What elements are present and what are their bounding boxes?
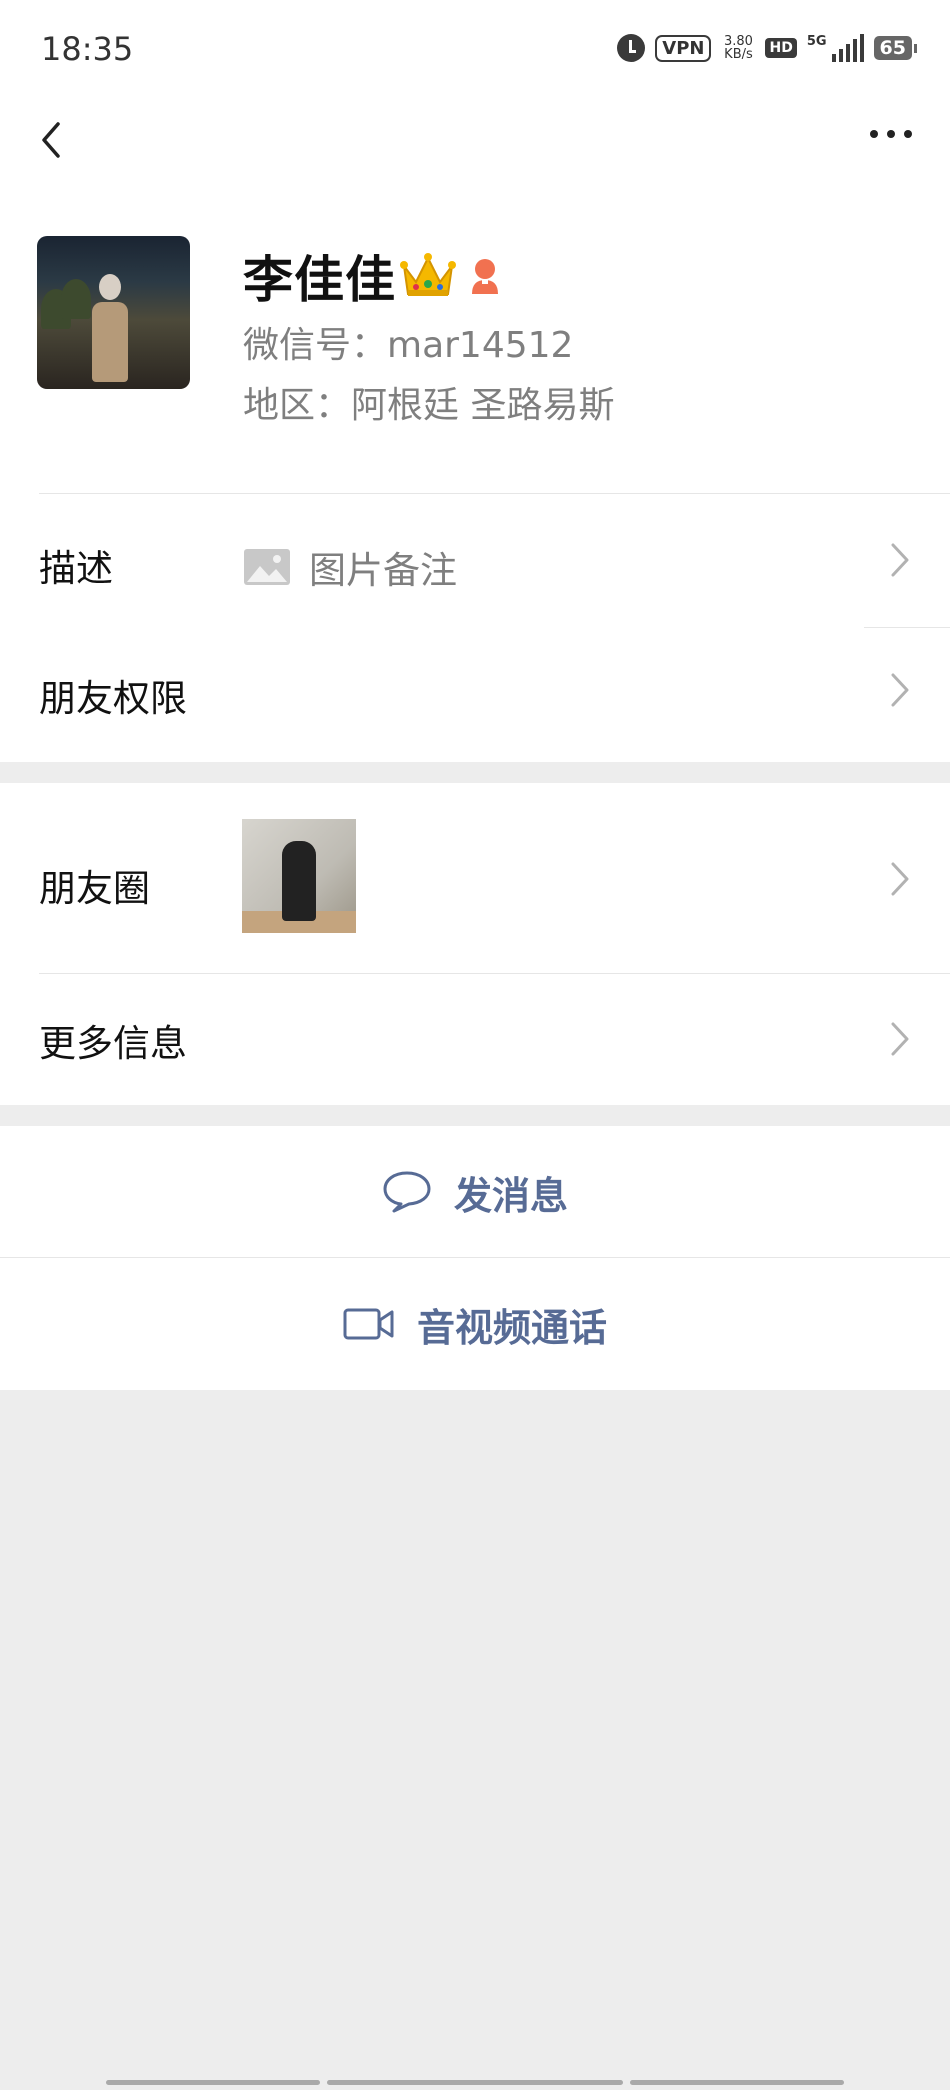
- more-info-label: 更多信息: [39, 1022, 187, 1065]
- permissions-row[interactable]: 朋友权限: [0, 628, 950, 762]
- video-call-button[interactable]: 音视频通话: [0, 1258, 950, 1390]
- hd-icon: HD: [765, 38, 797, 58]
- crown-icon: [400, 253, 456, 296]
- description-row[interactable]: 描述 图片备注: [0, 494, 950, 628]
- video-camera-icon: [343, 1308, 394, 1340]
- video-call-label: 音视频通话: [416, 1305, 607, 1350]
- name-row: 李佳佳: [243, 240, 502, 312]
- chevron-right-icon: [891, 673, 909, 707]
- network-type: 5G: [806, 34, 827, 49]
- chevron-right-icon: [891, 1022, 909, 1056]
- wechat-id: 微信号：mar14512: [243, 325, 574, 366]
- more-info-row[interactable]: 更多信息: [0, 973, 950, 1105]
- permissions-label: 朋友权限: [39, 677, 187, 720]
- speed-unit: KB/s: [724, 47, 753, 62]
- home-indicator: [327, 2080, 623, 2085]
- status-time: 18:35: [41, 30, 134, 68]
- moments-thumbnail: [242, 819, 356, 933]
- moments-row[interactable]: 朋友圈: [0, 783, 950, 973]
- image-icon: [244, 549, 290, 585]
- image-note: 图片备注: [243, 540, 457, 594]
- status-bar: 18:35 VPN 3.80 KB/s HD 5G 65: [0, 0, 950, 100]
- send-message-button[interactable]: 发消息: [0, 1126, 950, 1258]
- profile-header: 李佳佳 微信号：mar14512 地区：阿根廷 圣路易斯: [0, 180, 950, 494]
- nav-bar: [0, 100, 950, 180]
- region: 地区：阿根廷 圣路易斯: [243, 385, 615, 426]
- home-indicator: [630, 2080, 844, 2085]
- chat-bubble-icon: [383, 1171, 431, 1213]
- alarm-icon: [617, 34, 646, 62]
- status-icons: VPN 3.80 KB/s HD 5G 65: [617, 34, 918, 62]
- description-label: 描述: [39, 547, 113, 590]
- avatar[interactable]: [37, 236, 190, 389]
- battery-icon: 65: [873, 36, 918, 60]
- description-value: 图片备注: [309, 549, 457, 592]
- send-message-label: 发消息: [453, 1173, 568, 1218]
- chevron-left-icon[interactable]: [34, 120, 74, 160]
- moments-label: 朋友圈: [39, 867, 150, 910]
- female-gender-icon: [472, 259, 498, 294]
- more-dots-icon[interactable]: [870, 130, 912, 138]
- vpn-icon: VPN: [655, 34, 712, 62]
- chevron-right-icon: [891, 543, 909, 577]
- network-speed: 3.80 KB/s: [721, 35, 755, 61]
- home-indicator: [106, 2080, 320, 2085]
- chevron-right-icon: [891, 862, 909, 896]
- settings-group-2: 朋友圈 更多信息: [0, 783, 950, 1105]
- signal-icon: 5G: [807, 34, 864, 62]
- settings-group-1: 描述 图片备注 朋友权限: [0, 494, 950, 762]
- profile-name: 李佳佳: [243, 251, 396, 309]
